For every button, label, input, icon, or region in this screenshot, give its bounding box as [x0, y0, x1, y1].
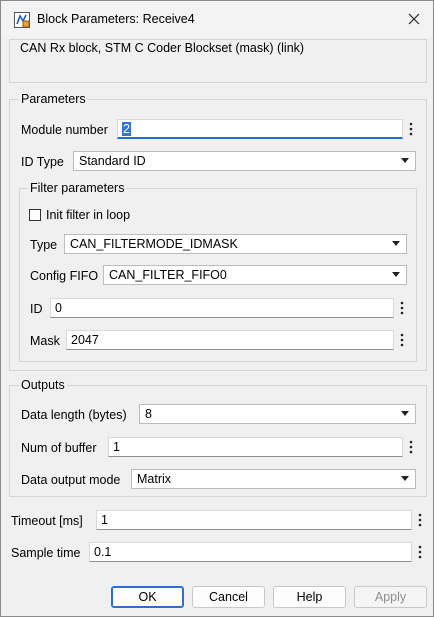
chevron-down-icon [401, 476, 409, 481]
config-fifo-value: CAN_FILTER_FIFO0 [109, 268, 227, 282]
parameters-heading: Parameters [19, 91, 88, 107]
title-bar[interactable]: Block Parameters: Receive4 [1, 1, 433, 37]
module-number-input[interactable]: 2 [117, 119, 403, 139]
filter-id-value: 0 [55, 301, 62, 315]
timeout-input[interactable]: 1 [96, 510, 412, 530]
apply-button[interactable]: Apply [354, 586, 427, 608]
data-output-mode-select[interactable]: Matrix [131, 469, 416, 489]
module-number-menu-icon[interactable] [406, 119, 416, 139]
module-number-value: 2 [122, 122, 131, 136]
window-title: Block Parameters: Receive4 [37, 12, 195, 26]
filter-id-menu-icon[interactable] [397, 298, 407, 318]
filter-id-label: ID [30, 302, 43, 316]
chevron-down-icon [401, 158, 409, 163]
chevron-down-icon [401, 411, 409, 416]
block-parameters-dialog: Block Parameters: Receive4 CAN Rx block,… [0, 0, 434, 617]
data-output-mode-label: Data output mode [21, 473, 121, 487]
config-fifo-label: Config FIFO [30, 269, 99, 283]
block-description: CAN Rx block, STM C Coder Blockset (mask… [20, 41, 305, 55]
filter-mask-label: Mask [30, 334, 60, 348]
id-type-select[interactable]: Standard ID [73, 151, 416, 171]
timeout-value: 1 [101, 513, 108, 527]
config-fifo-select[interactable]: CAN_FILTER_FIFO0 [103, 265, 407, 285]
module-number-label: Module number [21, 123, 108, 137]
num-buffer-menu-icon[interactable] [406, 437, 416, 457]
id-type-value: Standard ID [79, 154, 146, 168]
num-buffer-value: 1 [113, 440, 120, 454]
filter-type-select[interactable]: CAN_FILTERMODE_IDMASK [64, 234, 407, 254]
cancel-button[interactable]: Cancel [192, 586, 265, 608]
filter-mask-value: 2047 [71, 333, 99, 347]
outputs-heading: Outputs [19, 377, 67, 393]
num-buffer-label: Num of buffer [21, 441, 97, 455]
data-length-select[interactable]: 8 [139, 404, 416, 424]
filter-mask-input[interactable]: 2047 [66, 330, 394, 350]
simulink-block-icon [14, 12, 30, 28]
data-output-mode-value: Matrix [137, 472, 172, 486]
sample-time-menu-icon[interactable] [415, 542, 425, 562]
init-filter-label: Init filter in loop [46, 208, 131, 222]
id-type-label: ID Type [21, 155, 64, 169]
close-icon[interactable] [406, 11, 422, 27]
timeout-label: Timeout [ms] [11, 514, 83, 528]
filter-parameters-heading: Filter parameters [28, 180, 127, 196]
sample-time-input[interactable]: 0.1 [89, 542, 412, 562]
chevron-down-icon [392, 272, 400, 277]
filter-mask-menu-icon[interactable] [397, 330, 407, 350]
filter-id-input[interactable]: 0 [50, 298, 394, 318]
description-group: CAN Rx block, STM C Coder Blockset (mask… [9, 39, 427, 83]
filter-type-label: Type [30, 238, 58, 252]
help-button[interactable]: Help [273, 586, 346, 608]
timeout-menu-icon[interactable] [415, 510, 425, 530]
filter-type-value: CAN_FILTERMODE_IDMASK [70, 237, 238, 251]
chevron-down-icon [392, 241, 400, 246]
ok-button[interactable]: OK [111, 586, 184, 608]
num-buffer-input[interactable]: 1 [108, 437, 403, 457]
init-filter-checkbox[interactable] [29, 209, 41, 221]
data-length-value: 8 [145, 407, 152, 421]
data-length-label: Data length (bytes) [21, 408, 127, 422]
sample-time-value: 0.1 [94, 545, 112, 559]
sample-time-label: Sample time [11, 546, 81, 560]
